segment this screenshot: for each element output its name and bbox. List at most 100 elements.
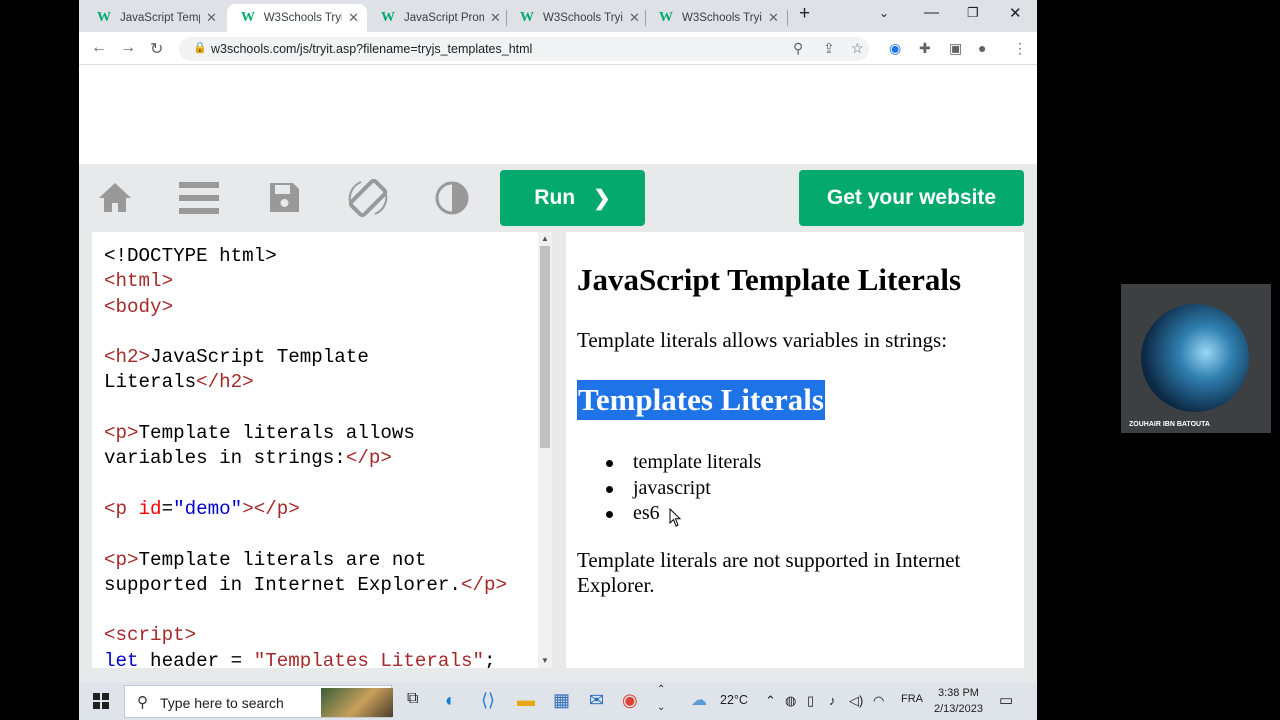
code-line: <body> [104, 295, 174, 318]
w3schools-favicon-icon: W [241, 10, 255, 25]
vscode-icon[interactable]: ⟨⟩ [481, 690, 495, 711]
w3schools-favicon-icon: W [381, 10, 395, 25]
webcam-image [1141, 304, 1249, 412]
close-icon[interactable]: ✕ [348, 10, 359, 26]
bookmark-star-icon[interactable]: ☆ [851, 40, 864, 57]
close-icon[interactable]: ✕ [490, 10, 501, 26]
code-line-demo: <p id="demo"></p> [104, 497, 300, 520]
home-icon[interactable] [97, 181, 133, 213]
code-line-p2-close: supported in Internet Explorer.</p> [104, 573, 508, 596]
reload-icon[interactable]: ↻ [150, 39, 163, 59]
url-text[interactable]: w3schools.com/js/tryit.asp?filename=tryj… [211, 42, 532, 56]
tab-label: W3Schools Tryit [543, 12, 623, 24]
new-tab-plus-icon[interactable]: + [799, 3, 810, 25]
code-line-h2-close: Literals</h2> [104, 371, 254, 394]
list-item: template literals [602, 450, 761, 476]
search-icon: ⚲ [137, 694, 148, 711]
network-icon[interactable]: ◍ [785, 693, 796, 709]
menu-dots-icon[interactable]: ⋮ [1013, 40, 1027, 57]
result-pane: JavaScript Template Literals Template li… [566, 232, 1024, 668]
editor-scrollbar[interactable]: ▲ ▼ [538, 232, 552, 668]
scroll-down-arrow-icon[interactable]: ▼ [541, 656, 549, 665]
tab-label: JavaScript Temp [120, 12, 200, 24]
zoom-icon[interactable]: ⚲ [793, 40, 803, 57]
chrome-icon[interactable]: ◉ [622, 690, 638, 711]
edge-browser-icon[interactable]: ◐ [445, 690, 456, 711]
tab-strip: W JavaScript Temp ✕ W W3Schools Tryit ✕ … [79, 0, 1037, 32]
side-panel-icon[interactable]: ▣ [949, 40, 962, 57]
save-icon[interactable] [268, 181, 301, 214]
volume-icon[interactable]: ◁) [849, 693, 863, 709]
tab-5[interactable]: W W3Schools Tryit ✕ [645, 4, 787, 32]
file-explorer-icon[interactable]: ▬ [517, 690, 535, 711]
clock[interactable]: 3:38 PM 2/13/2023 [934, 685, 983, 717]
extension-icon[interactable]: ◉ [889, 40, 901, 57]
tab-1[interactable]: W JavaScript Temp ✕ [83, 4, 225, 32]
contrast-theme-icon[interactable] [435, 181, 469, 215]
code-line-h2-open: <h2>JavaScript Template [104, 346, 369, 369]
chevron-right-icon: ❯ [593, 186, 611, 210]
browser-toolbar: ← → ↻ 🔒 w3schools.com/js/tryit.asp?filen… [79, 32, 1037, 65]
code-line-let: let header = "Templates Literals"; [104, 649, 496, 668]
language-indicator[interactable]: FRA [901, 693, 923, 705]
scroll-thumb[interactable] [540, 246, 550, 448]
forward-arrow-icon[interactable]: → [120, 39, 136, 57]
restore-icon[interactable]: ❐ [967, 5, 979, 21]
code-line-p2-open: <p>Template literals are not [104, 548, 427, 571]
menu-icon[interactable] [179, 181, 219, 215]
minimize-icon[interactable]: — [924, 4, 939, 21]
close-icon[interactable]: ✕ [206, 10, 217, 26]
code-content[interactable]: <!DOCTYPE html> <html> <body> <h2>JavaSc… [104, 244, 507, 668]
task-view-icon[interactable]: ⧉ [407, 690, 418, 708]
windows-start-icon[interactable] [93, 693, 109, 709]
taskbar-search-box[interactable]: ⚲ Type here to search [124, 685, 393, 718]
store-icon[interactable]: ▦ [553, 690, 570, 711]
mouse-cursor-icon [669, 508, 682, 527]
profile-avatar-icon[interactable]: ● [978, 40, 986, 56]
lock-icon[interactable]: 🔒 [193, 41, 207, 54]
wifi-icon[interactable]: ◠ [873, 693, 884, 709]
tab-label: JavaScript Prom [404, 12, 484, 24]
result-demo-heading-selected[interactable]: Templates Literals [577, 380, 825, 420]
code-line-p-close: variables in strings:</p> [104, 447, 392, 470]
tab-label: W3Schools Tryit [682, 12, 762, 24]
close-icon[interactable]: ✕ [768, 10, 779, 26]
address-bar[interactable]: 🔒 w3schools.com/js/tryit.asp?filename=tr… [179, 37, 869, 61]
tab-2-active[interactable]: W W3Schools Tryit ✕ [227, 4, 367, 32]
tryit-toolbar: Run ❯ Get your website [79, 164, 1037, 232]
mail-icon[interactable]: ✉ [589, 690, 604, 711]
close-icon[interactable]: ✕ [629, 10, 640, 26]
scroll-up-arrow-icon[interactable]: ▲ [541, 234, 549, 243]
run-button[interactable]: Run ❯ [500, 170, 645, 226]
weather-cloud-icon[interactable]: ☁ [691, 690, 707, 710]
chevron-up-icon[interactable]: ⌃ [657, 684, 665, 695]
w3schools-favicon-icon: W [520, 10, 534, 25]
weather-temperature[interactable]: 22°C [720, 693, 748, 707]
code-line: <html> [104, 270, 174, 293]
result-intro: Template literals allows variables in st… [577, 328, 948, 352]
get-your-website-button[interactable]: Get your website [799, 170, 1024, 226]
browser-window: W JavaScript Temp ✕ W W3Schools Tryit ✕ … [79, 0, 1037, 682]
tab-3[interactable]: W JavaScript Prom ✕ [367, 4, 509, 32]
show-hidden-icons-icon[interactable]: ⌃ [765, 693, 776, 709]
result-note: Template literals are not supported in I… [577, 548, 961, 597]
battery-icon[interactable]: ▯ [807, 693, 814, 709]
notifications-icon[interactable]: ▭ [999, 691, 1013, 709]
tab-4[interactable]: W W3Schools Tryit ✕ [506, 4, 648, 32]
puzzle-extensions-icon[interactable]: ✚ [919, 40, 931, 57]
back-arrow-icon[interactable]: ← [91, 39, 107, 57]
rotate-orientation-icon[interactable] [347, 178, 389, 218]
w3schools-favicon-icon: W [97, 10, 111, 25]
chevron-down-icon[interactable]: ⌄ [657, 702, 665, 713]
clock-date: 2/13/2023 [934, 703, 983, 715]
tab-label: W3Schools Tryit [263, 12, 343, 24]
code-editor[interactable]: <!DOCTYPE html> <html> <body> <h2>JavaSc… [92, 232, 552, 668]
tab-search-chevron-icon[interactable]: ⌄ [879, 6, 889, 20]
webcam-overlay: ZOUHAIR IBN BATOUTA [1121, 284, 1271, 433]
microphone-icon[interactable]: ♪ [829, 693, 836, 708]
share-icon[interactable]: ⇪ [823, 40, 835, 57]
w3schools-favicon-icon: W [659, 10, 673, 25]
window-close-icon[interactable]: ✕ [1009, 4, 1022, 22]
search-highlight-image [321, 688, 393, 717]
windows-taskbar: ⚲ Type here to search ⧉ ◐ ⟨⟩ ▬ ▦ ✉ ◉ ⌃ ⌄… [79, 682, 1037, 720]
